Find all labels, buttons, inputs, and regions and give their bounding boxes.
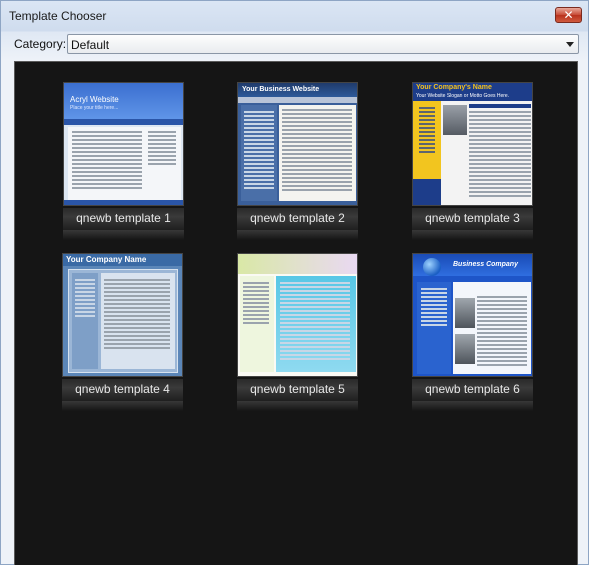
template-1-label[interactable]: qnewb template 1 <box>63 208 184 230</box>
chevron-down-icon[interactable] <box>566 42 574 47</box>
category-selected-value: Default <box>71 38 110 52</box>
template-3-thumbnail[interactable]: Your Company's Name Your Website Slogan o… <box>412 82 533 206</box>
window-title: Template Chooser <box>9 9 107 23</box>
preview-subtitle: Place your title here... <box>70 105 119 111</box>
category-dropdown[interactable]: Default <box>67 34 579 54</box>
template-2-label[interactable]: qnewb template 2 <box>237 208 358 230</box>
template-card-5[interactable]: qnewb template 5 <box>237 253 363 411</box>
template-gallery: Acryl Website Place your title here... qn… <box>14 61 578 565</box>
template-6-label[interactable]: qnewb template 6 <box>412 379 533 401</box>
preview-title: Business Company <box>453 261 518 268</box>
template-5-label[interactable]: qnewb template 5 <box>237 379 358 401</box>
template-6-thumbnail[interactable]: Business Company <box>412 253 533 377</box>
title-bar[interactable]: Template Chooser ✕ <box>1 1 588 31</box>
template-card-6[interactable]: Business Company qnewb template 6 <box>412 253 538 411</box>
preview-title: Your Company's Name <box>416 84 492 91</box>
close-button[interactable]: ✕ <box>555 7 582 23</box>
template-card-4[interactable]: Your Company Name qnewb template 4 <box>62 253 188 411</box>
preview-title: Your Company Name <box>66 255 147 264</box>
preview-subtitle: Your Website Slogan or Motto Goes Here. <box>416 93 510 99</box>
template-card-1[interactable]: Acryl Website Place your title here... qn… <box>63 82 189 240</box>
template-1-thumbnail[interactable]: Acryl Website Place your title here... <box>63 82 184 206</box>
template-card-2[interactable]: Your Business Website qnewb template 2 <box>237 82 363 240</box>
preview-title: Your Business Website <box>242 86 320 93</box>
template-2-thumbnail[interactable]: Your Business Website <box>237 82 358 206</box>
template-4-label[interactable]: qnewb template 4 <box>62 379 183 401</box>
category-row: Category: Default <box>1 31 588 59</box>
preview-title: Acryl Website <box>70 95 119 104</box>
template-chooser-window: Template Chooser ✕ Category: Default Acr… <box>0 0 589 565</box>
category-label: Category: <box>14 37 67 51</box>
template-card-3[interactable]: Your Company's Name Your Website Slogan o… <box>412 82 538 240</box>
template-5-thumbnail[interactable] <box>237 253 358 377</box>
template-3-label[interactable]: qnewb template 3 <box>412 208 533 230</box>
template-4-thumbnail[interactable]: Your Company Name <box>62 253 183 377</box>
close-icon: ✕ <box>563 8 574 22</box>
globe-icon <box>423 258 441 276</box>
